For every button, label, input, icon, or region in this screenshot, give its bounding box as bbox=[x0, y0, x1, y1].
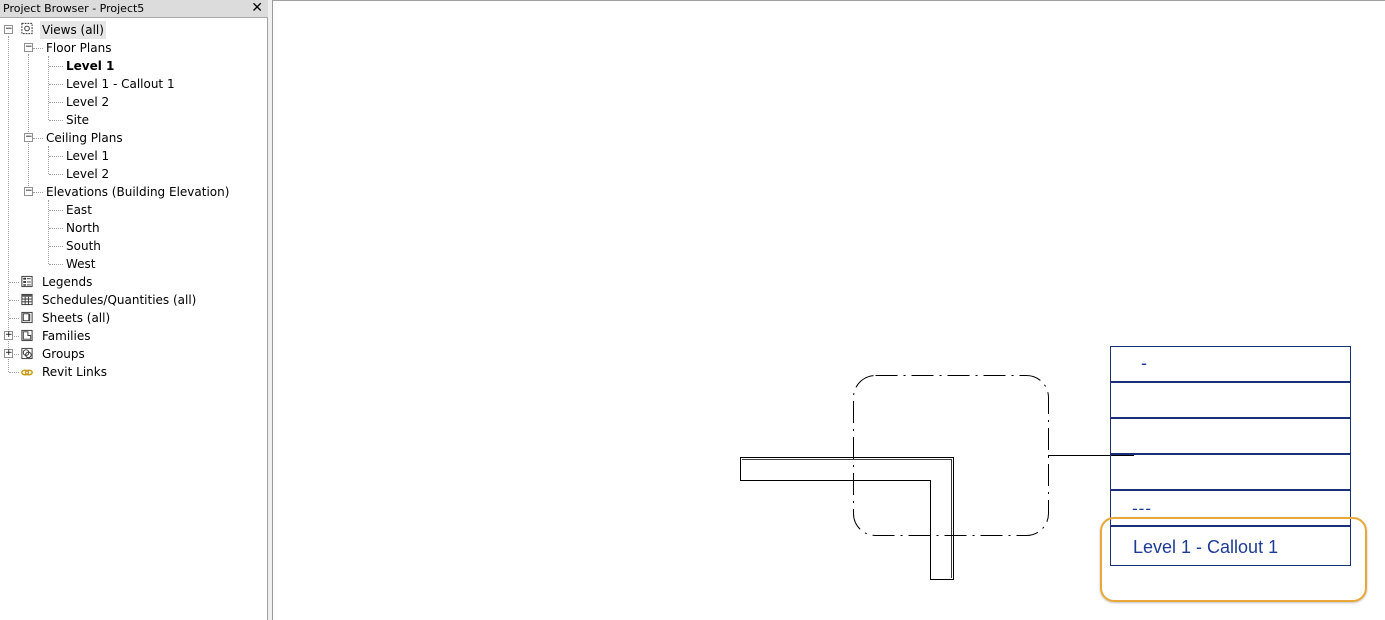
highlight-annotation bbox=[1100, 517, 1367, 602]
callout-tag-text: --- bbox=[1132, 499, 1152, 518]
callout-boundary bbox=[853, 375, 1049, 536]
wall-outline bbox=[740, 457, 954, 580]
callout-tag-row bbox=[1110, 454, 1351, 490]
callout-tag-text: - bbox=[1141, 353, 1147, 373]
callout-tag-row bbox=[1110, 418, 1351, 454]
callout-tag-row bbox=[1110, 382, 1351, 418]
callout-tag-row: - bbox=[1110, 346, 1351, 382]
